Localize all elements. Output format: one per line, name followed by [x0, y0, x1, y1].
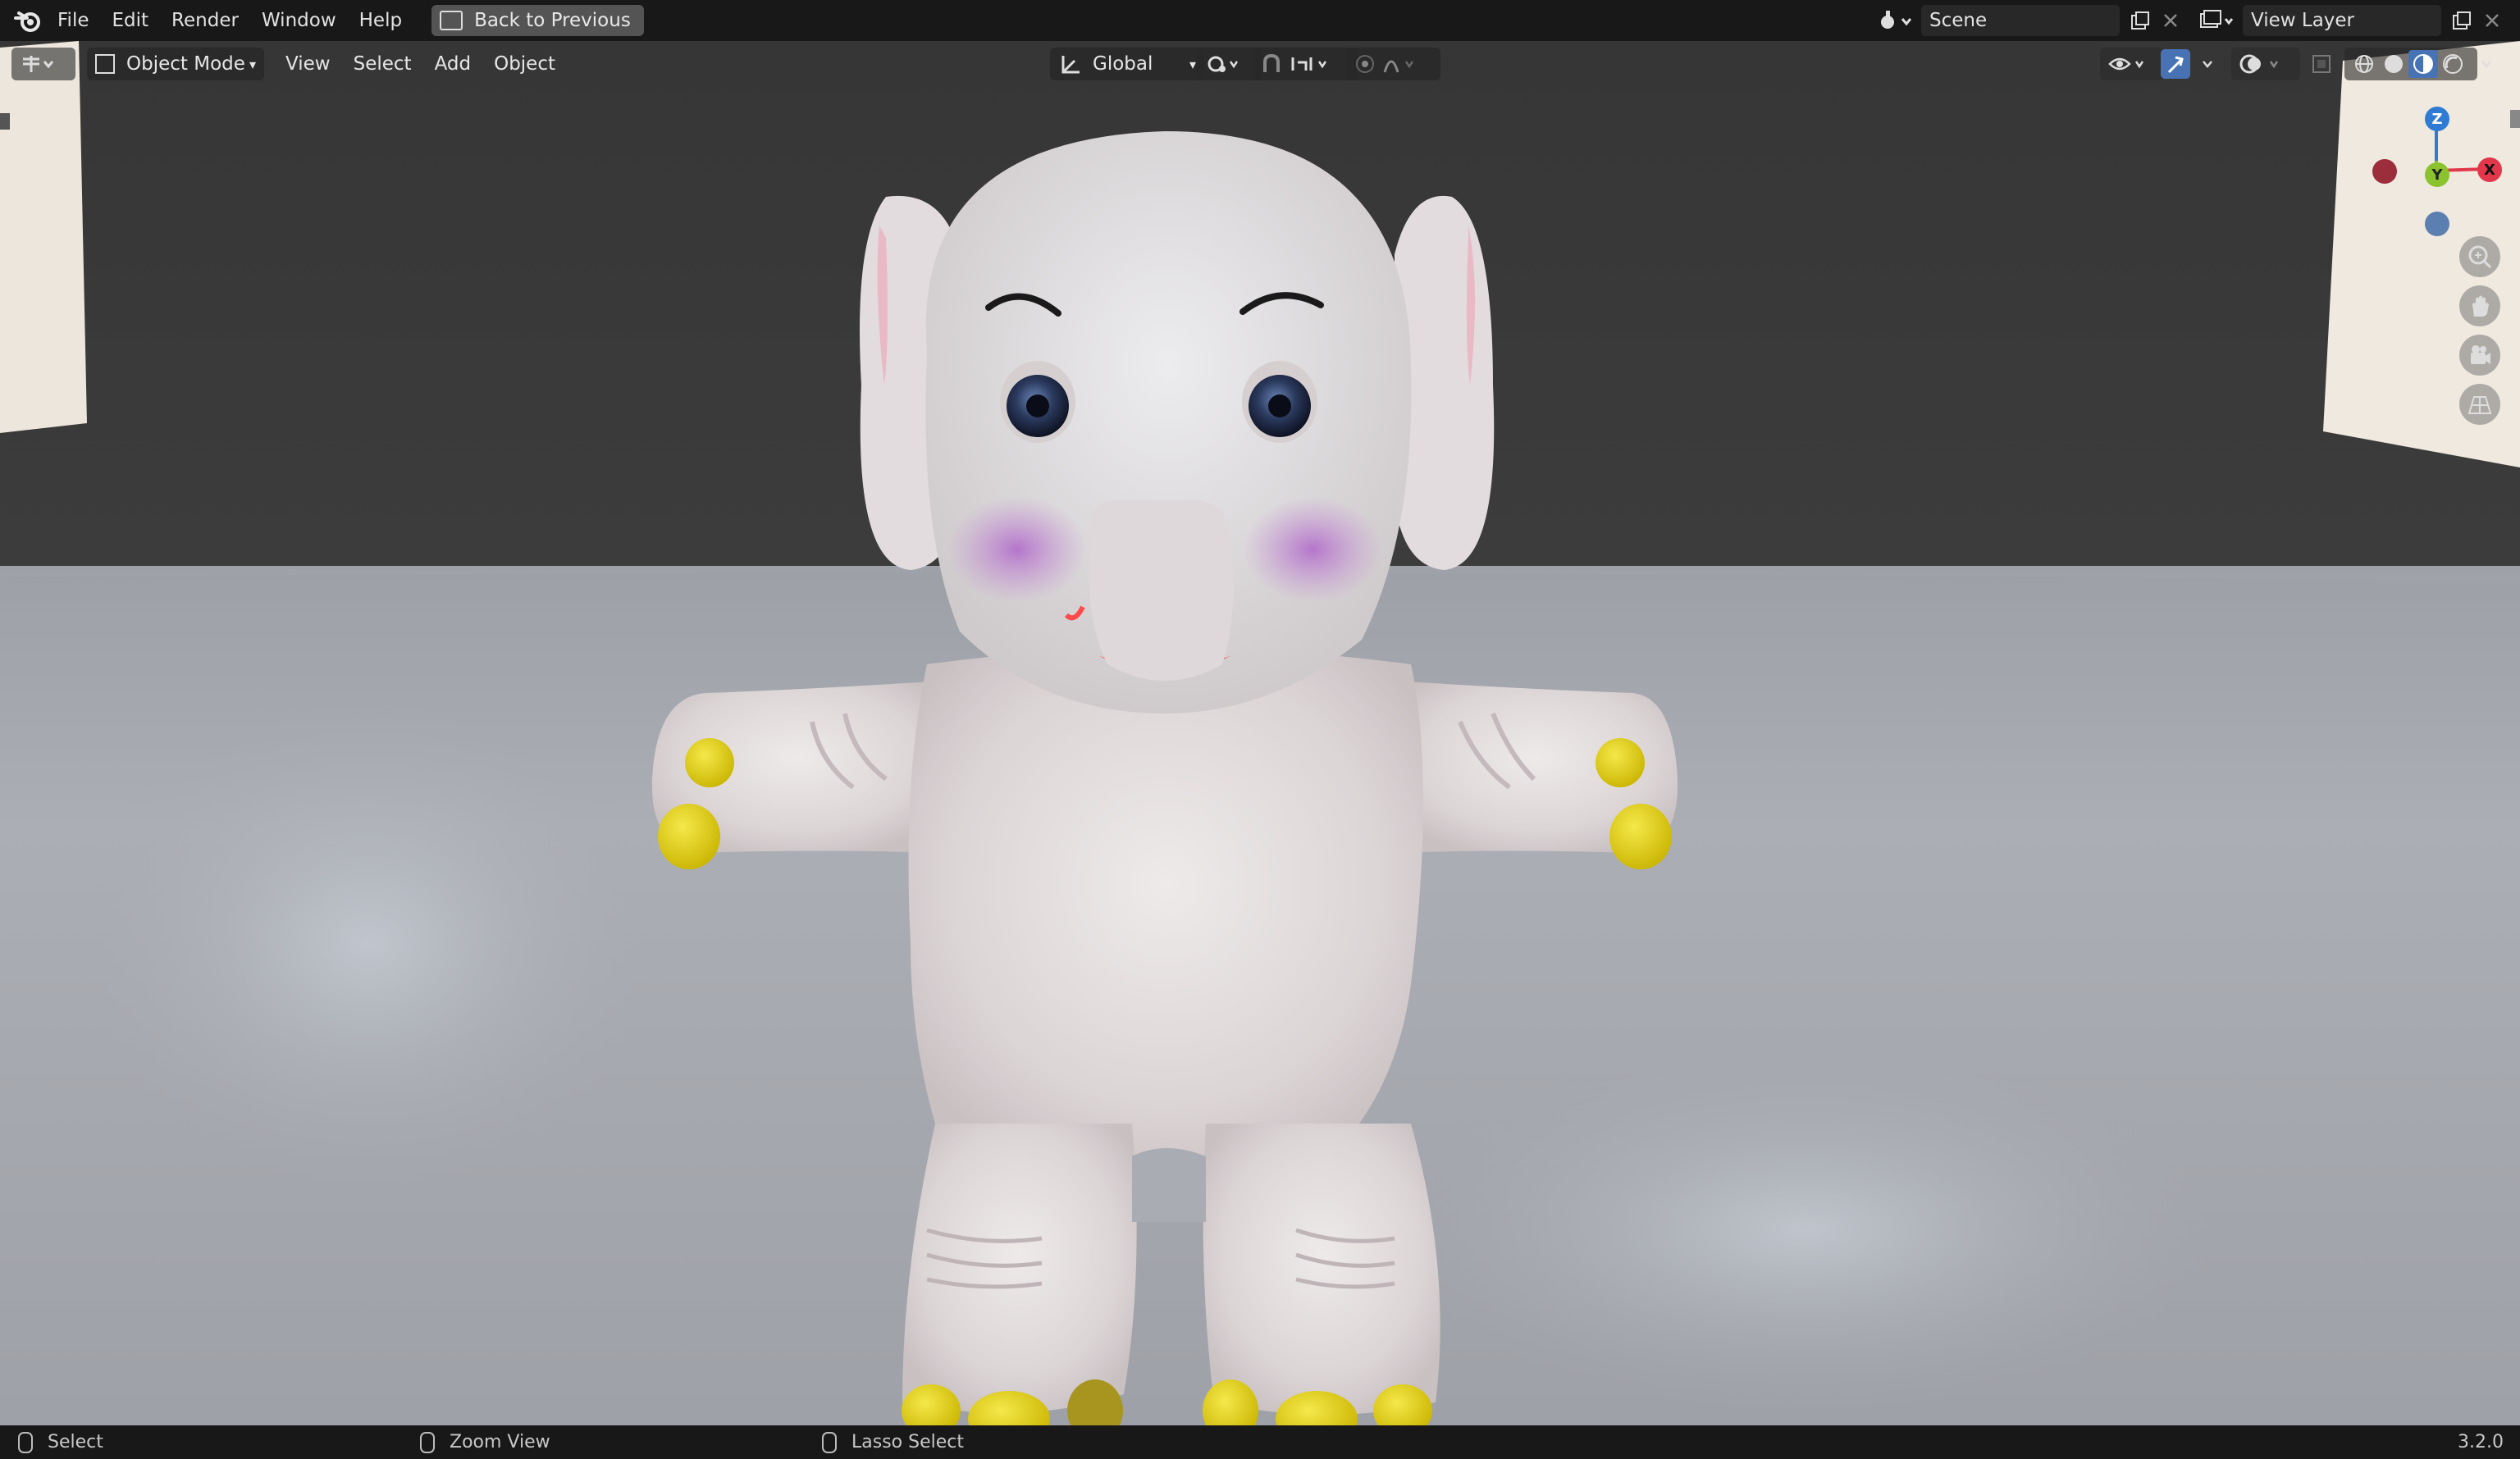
wireframe-shading-icon[interactable]	[2349, 50, 2379, 78]
object-mode-label: Object Mode	[126, 53, 245, 75]
delete-scene-icon[interactable]	[2156, 5, 2185, 36]
z-axis-handle[interactable]: Z	[2425, 107, 2449, 131]
status-zoom-label: Zoom View	[450, 1432, 550, 1452]
rendered-shading-icon[interactable]	[2438, 50, 2468, 78]
chevron-down-icon: ▾	[1189, 56, 1196, 72]
blender-logo-icon[interactable]	[10, 0, 46, 41]
gizmo-toggle-icon[interactable]	[2161, 49, 2190, 79]
3d-viewport[interactable]: Z X Y	[0, 41, 2520, 1425]
back-to-previous-button[interactable]: Back to Previous	[431, 5, 644, 36]
xray-toggle-icon[interactable]	[2307, 49, 2336, 79]
object-mode-dropdown[interactable]: Object Mode ▾	[87, 48, 264, 80]
status-lasso-hint: Lasso Select	[822, 1431, 964, 1453]
chevron-down-icon: ▾	[249, 56, 256, 72]
negative-z-handle[interactable]	[2425, 212, 2449, 236]
status-bar: Select Zoom View Lasso Select 3.2.0	[0, 1425, 2520, 1459]
menu-edit[interactable]: Edit	[101, 0, 161, 41]
delete-view-layer-icon[interactable]	[2477, 5, 2507, 36]
status-zoom-hint: Zoom View	[420, 1431, 550, 1453]
visibility-dropdown[interactable]	[2100, 48, 2164, 80]
overlays-icon	[2239, 54, 2279, 74]
perspective-grid-icon[interactable]	[2459, 384, 2500, 425]
sidebar-toggle-right[interactable]	[2510, 110, 2520, 128]
solid-shading-icon[interactable]	[2379, 50, 2408, 78]
x-axis-handle[interactable]: X	[2477, 157, 2502, 182]
shading-options-dropdown[interactable]	[2472, 49, 2500, 79]
back-arrow-icon	[440, 11, 463, 30]
version-label: 3.2.0	[2458, 1432, 2504, 1452]
back-to-previous-label: Back to Previous	[474, 10, 631, 31]
navigation-gizmo[interactable]: Z X Y	[2362, 97, 2502, 236]
y-axis-handle[interactable]: Y	[2425, 162, 2449, 187]
view-layer-name: View Layer	[2251, 10, 2355, 31]
object-mode-icon	[95, 54, 115, 74]
proportional-editing-controls[interactable]	[1345, 48, 1440, 80]
view-layer-selector: View Layer	[2192, 5, 2507, 36]
gizmo-dropdown-icon[interactable]	[2195, 49, 2220, 79]
proportional-edit-icon	[1356, 55, 1414, 73]
scene-browse-icon[interactable]	[1870, 5, 1921, 36]
editor-type-icon[interactable]	[11, 48, 75, 80]
menu-render[interactable]: Render	[160, 0, 250, 41]
new-view-layer-icon[interactable]	[2446, 5, 2477, 36]
scene-selector: Scene	[1870, 5, 2185, 36]
camera-view-icon[interactable]	[2459, 335, 2500, 376]
zoom-icon[interactable]	[2459, 236, 2500, 277]
mouse-middle-icon	[420, 1431, 435, 1453]
snap-magnet-icon	[1263, 53, 1327, 72]
orientation-label: Global	[1093, 53, 1153, 75]
status-select-label: Select	[48, 1432, 103, 1452]
shading-mode-buttons	[2344, 48, 2477, 80]
scene-name: Scene	[1929, 10, 1988, 31]
menu-add[interactable]: Add	[423, 53, 483, 75]
pan-hand-icon[interactable]	[2459, 285, 2500, 326]
view-layer-name-field[interactable]: View Layer	[2243, 5, 2441, 36]
pivot-icon	[1208, 56, 1239, 72]
scene-name-field[interactable]: Scene	[1921, 5, 2120, 36]
view-layer-browse-icon[interactable]	[2192, 5, 2243, 36]
transform-orientation-dropdown[interactable]: Global ▾	[1050, 48, 1204, 80]
overlays-dropdown[interactable]	[2231, 48, 2300, 80]
menu-file[interactable]: File	[46, 0, 101, 41]
snapping-controls[interactable]	[1252, 48, 1358, 80]
material-preview-shading-icon[interactable]	[2408, 50, 2438, 78]
menu-view[interactable]: View	[274, 53, 342, 75]
mouse-left-icon	[18, 1431, 33, 1453]
menu-select[interactable]: Select	[342, 53, 423, 75]
top-menu-bar: File Edit Render Window Help Back to Pre…	[0, 0, 2520, 41]
eye-icon	[2108, 57, 2144, 71]
status-select-hint: Select	[18, 1431, 103, 1453]
new-scene-icon[interactable]	[2125, 5, 2156, 36]
menu-window[interactable]: Window	[250, 0, 348, 41]
status-lasso-label: Lasso Select	[851, 1432, 964, 1452]
sidebar-toggle-left[interactable]	[0, 113, 10, 130]
negative-x-handle[interactable]	[2372, 159, 2397, 184]
mouse-right-icon	[822, 1431, 837, 1453]
menu-help[interactable]: Help	[348, 0, 413, 41]
viewport-scene	[0, 41, 2520, 1425]
menu-object[interactable]: Object	[482, 53, 567, 75]
viewport-header: Object Mode ▾ View Select Add Object Glo…	[0, 41, 2520, 87]
orientation-axes-icon	[1061, 56, 1080, 74]
